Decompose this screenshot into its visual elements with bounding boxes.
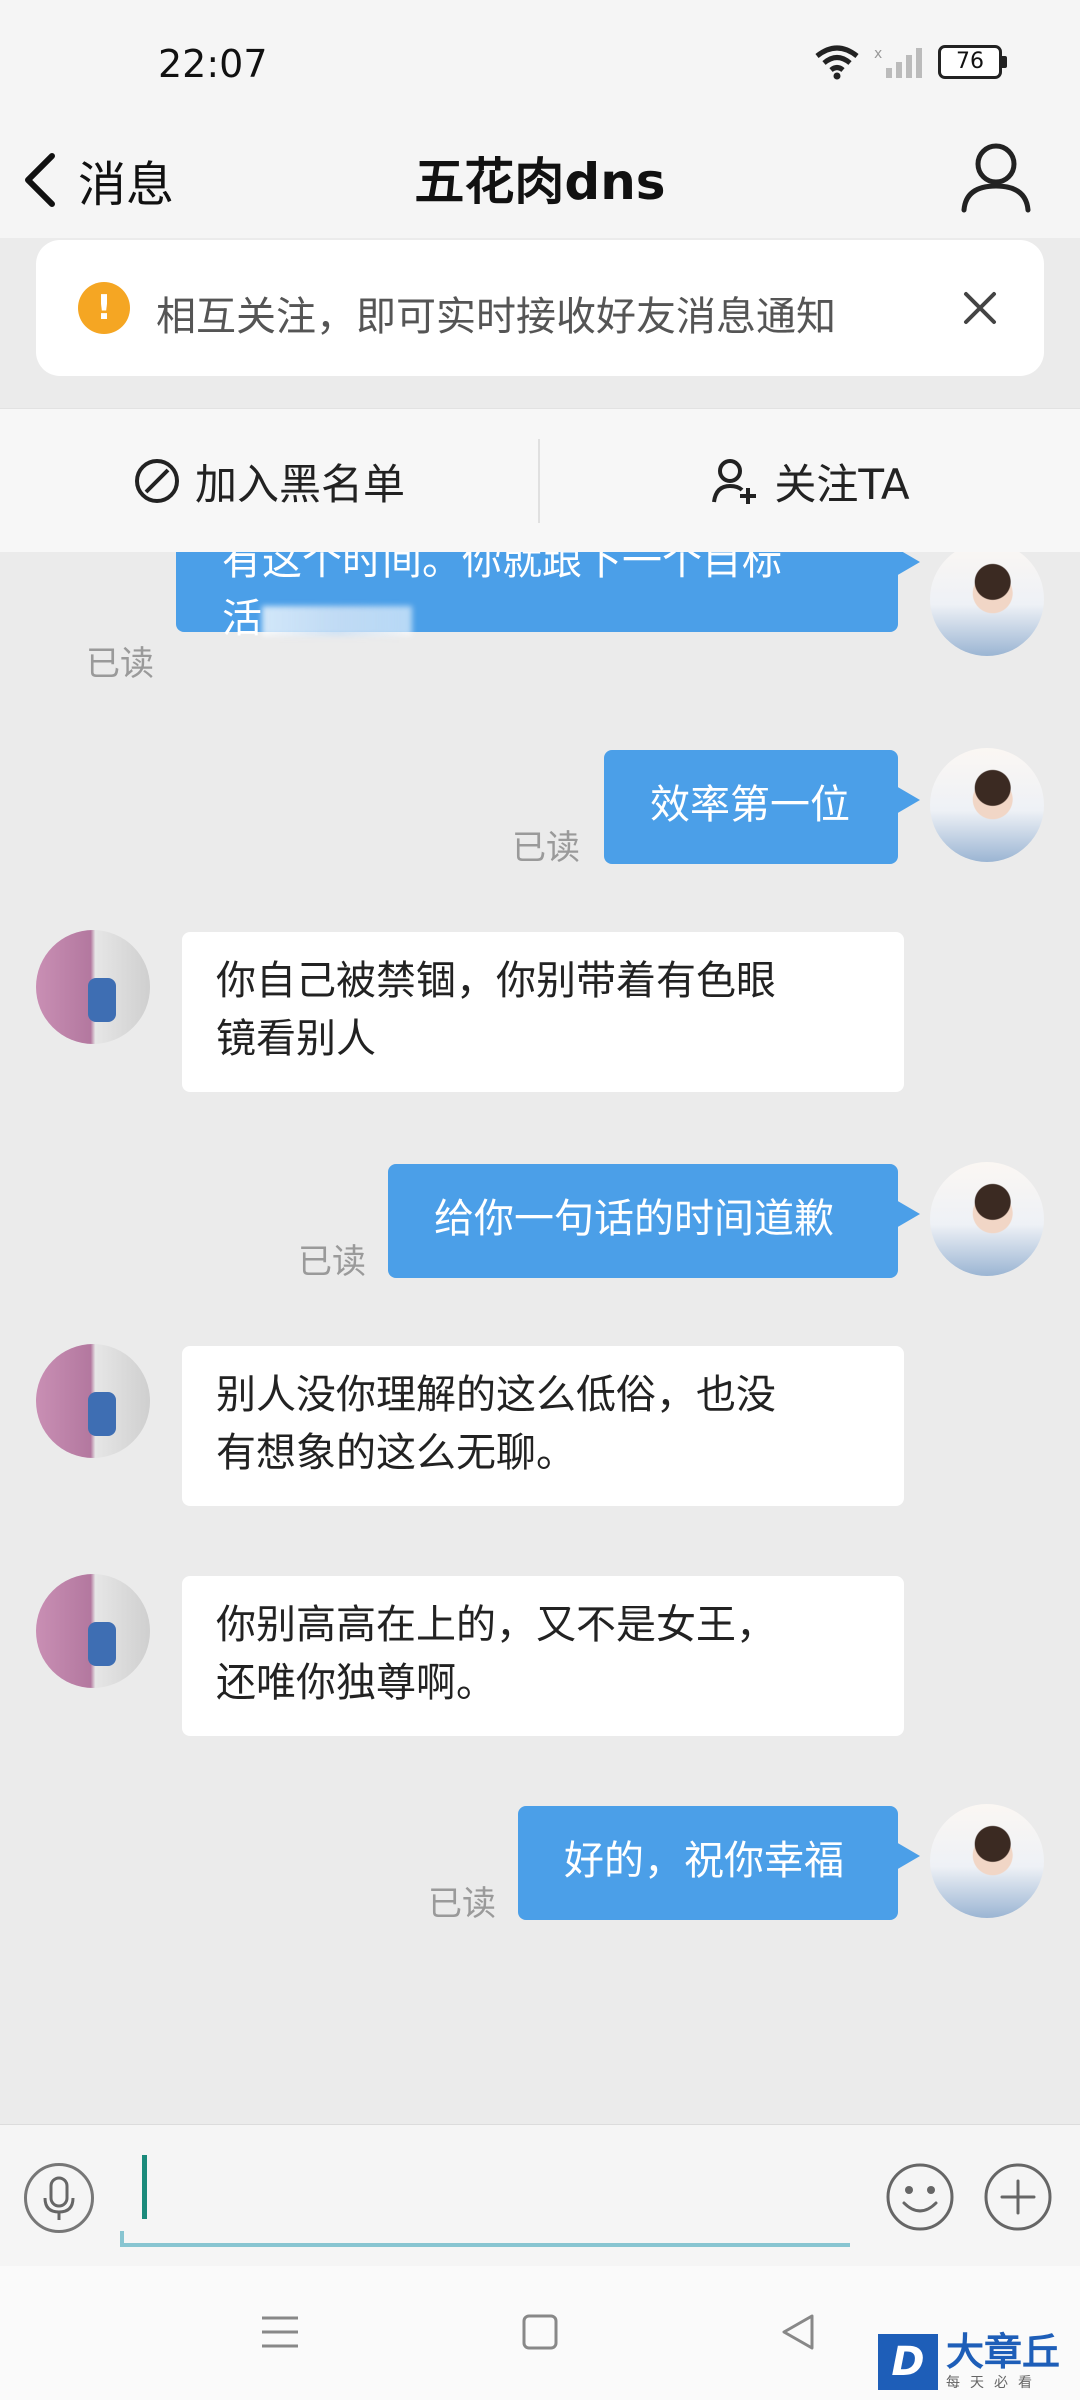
message-line: 效率第一位 <box>650 782 850 828</box>
emoji-icon <box>886 2163 954 2231</box>
back-triangle-icon <box>782 2314 814 2350</box>
read-mark: 已读 <box>428 1884 496 1924</box>
notice-close-button[interactable] <box>952 280 1008 336</box>
chat-area[interactable]: 已读 有这个时间。你就跟下一个目标 活 已读 效率第一位 你自己被禁锢，你别带着… <box>0 552 1080 2124</box>
input-bar <box>0 2124 1080 2267</box>
contact-avatar[interactable] <box>36 930 150 1044</box>
clock: 22:07 <box>158 42 268 86</box>
warning-icon: ! <box>78 282 130 334</box>
block-label: 加入黑名单 <box>194 459 405 509</box>
watermark: D 大章丘 每天必看 <box>878 2330 1078 2394</box>
message-bubble-sent[interactable]: 给你一句话的时间道歉 <box>388 1164 920 1278</box>
block-button[interactable]: 加入黑名单 <box>0 409 538 553</box>
add-user-icon <box>712 459 757 504</box>
message-line: 给你一句话的时间道歉 <box>434 1196 834 1242</box>
self-avatar[interactable] <box>930 1162 1044 1276</box>
emoji-button[interactable] <box>884 2161 956 2233</box>
notice-banner: ! 相互关注，即可实时接收好友消息通知 <box>36 240 1044 376</box>
battery-icon: 76 <box>938 45 1007 79</box>
message-bubble-received[interactable]: 你别高高在上的，又不是女王， 还唯你独尊啊。 <box>182 1576 904 1736</box>
profile-button[interactable] <box>956 136 1036 216</box>
watermark-logo: D <box>878 2334 938 2390</box>
back-button[interactable]: 消息 <box>20 140 174 220</box>
read-mark: 已读 <box>512 828 580 868</box>
message-line: 别人没你理解的这么低俗，也没 <box>216 1372 776 1418</box>
message-input[interactable] <box>120 2143 850 2247</box>
home-icon <box>522 2314 558 2350</box>
status-bar: 22:07 x 76 <box>0 0 1080 120</box>
message-line: 活 <box>222 590 898 648</box>
status-icons: x 76 <box>814 44 1007 80</box>
voice-button[interactable] <box>24 2163 94 2233</box>
svg-text:x: x <box>874 46 882 62</box>
watermark-text: 大章丘 每天必看 <box>946 2332 1060 2392</box>
profile-icon <box>961 143 1031 213</box>
block-icon <box>134 459 179 503</box>
wifi-icon <box>815 45 859 80</box>
notice-text: 相互关注，即可实时接收好友消息通知 <box>156 294 836 340</box>
watermark-title: 大章丘 <box>946 2330 1061 2374</box>
menu-icon <box>262 2316 298 2348</box>
read-mark: 已读 <box>86 644 154 684</box>
back-chevron-icon <box>25 153 55 207</box>
nav-menu-button[interactable] <box>258 2310 302 2354</box>
message-line: 有想象的这么无聊。 <box>216 1430 576 1476</box>
microphone-icon <box>43 2176 75 2220</box>
watermark-subtitle: 每天必看 <box>946 2375 1042 2391</box>
message-line: 好的，祝你幸福 <box>564 1838 844 1884</box>
action-bar: 加入黑名单 关注TA <box>0 408 1080 553</box>
header: 五花肉dns 消息 <box>0 120 1080 238</box>
nav-back-button[interactable] <box>776 2310 820 2354</box>
back-label: 消息 <box>78 157 175 213</box>
nav-home-button[interactable] <box>518 2310 562 2354</box>
message-bubble-received[interactable]: 你自己被禁锢，你别带着有色眼 镜看别人 <box>182 932 904 1092</box>
message-line: 你别高高在上的，又不是女王， <box>216 1602 776 1648</box>
follow-label: 关注TA <box>774 459 910 509</box>
signal-icon: x <box>874 46 922 78</box>
blurred-text <box>262 606 412 636</box>
message-line: 有这个时间。你就跟下一个目标 <box>222 552 782 584</box>
message-line: 镜看别人 <box>216 1016 376 1062</box>
read-mark: 已读 <box>298 1242 366 1282</box>
contact-avatar[interactable] <box>36 1574 150 1688</box>
message-bubble-received[interactable]: 别人没你理解的这么低俗，也没 有想象的这么无聊。 <box>182 1346 904 1506</box>
message-line: 还唯你独尊啊。 <box>216 1660 496 1706</box>
plus-icon <box>984 2163 1052 2231</box>
contact-avatar[interactable] <box>36 1344 150 1458</box>
message-line: 你自己被禁锢，你别带着有色眼 <box>216 958 776 1004</box>
self-avatar[interactable] <box>930 748 1044 862</box>
follow-button[interactable]: 关注TA <box>540 409 1080 553</box>
self-avatar[interactable] <box>930 552 1044 656</box>
message-bubble-sent[interactable]: 有这个时间。你就跟下一个目标 活 <box>176 552 920 642</box>
message-bubble-sent[interactable]: 效率第一位 <box>604 750 920 864</box>
self-avatar[interactable] <box>930 1804 1044 1918</box>
close-icon <box>964 292 996 324</box>
more-button[interactable] <box>982 2161 1054 2233</box>
message-bubble-sent[interactable]: 好的，祝你幸福 <box>518 1806 920 1920</box>
